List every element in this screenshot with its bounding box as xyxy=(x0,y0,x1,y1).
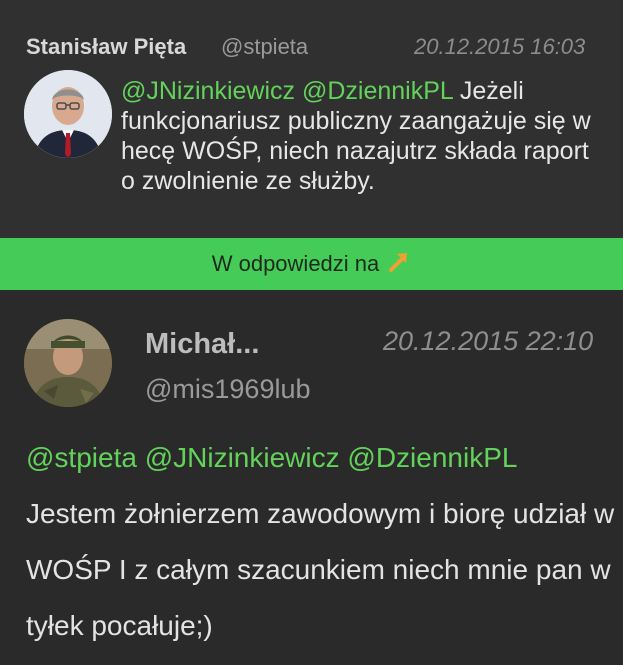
author-name[interactable]: Stanisław Pięta xyxy=(26,34,186,60)
tweet-text: @JNizinkiewicz @DziennikPL Jeżeli funkcj… xyxy=(121,76,601,196)
tweet-text: @stpieta @JNizinkiewicz @DziennikPL Jest… xyxy=(26,430,616,654)
mention-link[interactable]: @JNizinkiewicz xyxy=(145,442,340,473)
author-handle[interactable]: @stpieta xyxy=(221,34,308,60)
author-name[interactable]: Michał... xyxy=(145,328,259,361)
mention-link[interactable]: @DziennikPL xyxy=(302,77,453,105)
tweet-timestamp: 20.12.2015 16:03 xyxy=(414,34,586,59)
reply-label: W odpowiedzi na xyxy=(211,251,380,276)
mention-link[interactable]: @stpieta xyxy=(26,442,137,473)
tweet-timestamp: 20.12.2015 22:10 xyxy=(383,326,594,356)
reply-tweet[interactable]: Michał... 20.12.2015 22:10 @mis1969lub @… xyxy=(0,290,623,665)
avatar-portrait xyxy=(24,70,112,158)
mention-link[interactable]: @DziennikPL xyxy=(347,442,517,473)
original-tweet[interactable]: Stanisław Pięta @stpieta 20.12.2015 16:0… xyxy=(0,0,623,238)
mention-link[interactable]: @JNizinkiewicz xyxy=(121,77,295,105)
in-reply-to-bar[interactable]: W odpowiedzi na xyxy=(0,238,623,290)
tweet-body: Jestem żołnierzem zawodowym i biorę udzi… xyxy=(26,498,615,641)
avatar[interactable] xyxy=(24,70,112,158)
arrow-up-right-icon xyxy=(387,249,411,279)
avatar[interactable] xyxy=(24,319,112,407)
author-handle[interactable]: @mis1969lub xyxy=(145,374,311,405)
avatar-portrait xyxy=(24,319,112,407)
